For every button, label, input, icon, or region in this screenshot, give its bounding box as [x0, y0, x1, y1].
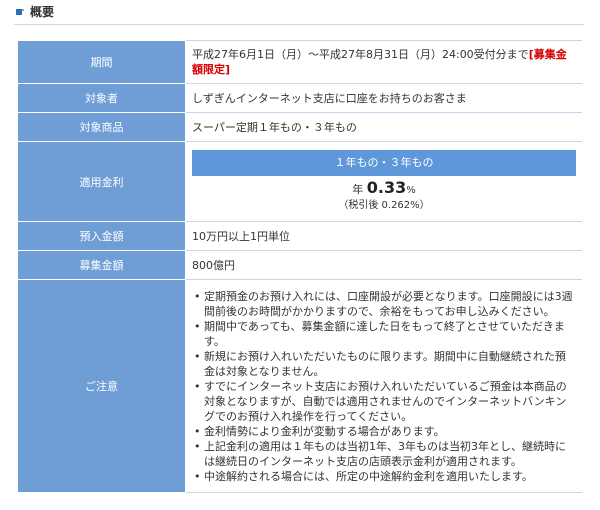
list-item: 期間中であっても、募集金額に達した日をもって終了とさせていただきます。	[192, 319, 576, 349]
overview-table: 期間 平成27年6月1日（月）～平成27年8月31日（月）24:00受付分まで[…	[18, 40, 582, 493]
value-product: スーパー定期１年もの・３年もの	[185, 112, 582, 142]
row-target: 対象者 しずぎんインターネット支店に口座をお持ちのお客さま	[18, 83, 582, 113]
row-rate: 適用金利 １年もの・３年もの 年 0.33% （税引後 0.262%）	[18, 141, 582, 222]
row-notes: ご注意 定期預金のお預け入れには、口座開設が必要となります。口座開設には3週間前…	[18, 279, 582, 493]
label-target: 対象者	[18, 83, 186, 113]
row-period: 期間 平成27年6月1日（月）～平成27年8月31日（月）24:00受付分まで[…	[18, 40, 582, 84]
list-item: 中途解約される場合には、所定の中途解約金利を適用いたします。	[192, 469, 576, 484]
row-amount: 募集金額 800億円	[18, 250, 582, 280]
label-period: 期間	[18, 40, 186, 84]
value-target: しずぎんインターネット支店に口座をお持ちのお客さま	[185, 83, 582, 113]
list-item: 上記金利の適用は１年ものは当初1年、3年ものは当初3年とし、継続時には継続日のイ…	[192, 439, 576, 469]
label-amount: 募集金額	[18, 250, 186, 280]
row-deposit: 預入金額 10万円以上1円単位	[18, 221, 582, 251]
period-text: 平成27年6月1日（月）～平成27年8月31日（月）24:00受付分まで	[192, 48, 529, 61]
rate-line: 年 0.33%	[192, 180, 576, 198]
rate-header: １年もの・３年もの	[192, 150, 576, 176]
section-header: 概要	[14, 4, 584, 25]
list-item: 新規にお預け入れいただいたものに限ります。期間中に自動継続された預金は対象となり…	[192, 349, 576, 379]
value-period: 平成27年6月1日（月）～平成27年8月31日（月）24:00受付分まで[募集金…	[185, 40, 582, 84]
rate-unit: %	[406, 185, 416, 196]
list-item: 定期預金のお預け入れには、口座開設が必要となります。口座開設には3週間前後のお時…	[192, 289, 576, 319]
rate-value: 0.33	[366, 178, 407, 197]
value-amount: 800億円	[185, 250, 582, 280]
rate-prefix: 年	[352, 183, 364, 196]
label-product: 対象商品	[18, 112, 186, 142]
bullet-icon	[16, 9, 24, 15]
notes-list: 定期預金のお預け入れには、口座開設が必要となります。口座開設には3週間前後のお時…	[192, 289, 576, 484]
section-title: 概要	[30, 5, 55, 19]
rate-body: 年 0.33% （税引後 0.262%）	[192, 176, 576, 213]
value-notes: 定期預金のお預け入れには、口座開設が必要となります。口座開設には3週間前後のお時…	[185, 279, 582, 493]
label-rate: 適用金利	[18, 141, 186, 222]
rate-box: １年もの・３年もの 年 0.33% （税引後 0.262%）	[192, 150, 576, 213]
value-rate: １年もの・３年もの 年 0.33% （税引後 0.262%）	[185, 141, 582, 222]
rate-after-tax: （税引後 0.262%）	[338, 200, 430, 211]
value-deposit: 10万円以上1円単位	[185, 221, 582, 251]
label-notes: ご注意	[18, 279, 186, 493]
list-item: 金利情勢により金利が変動する場合があります。	[192, 424, 576, 439]
row-product: 対象商品 スーパー定期１年もの・３年もの	[18, 112, 582, 142]
list-item: すでにインターネット支店にお預け入れいただいているご預金は本商品の対象となります…	[192, 379, 576, 424]
label-deposit: 預入金額	[18, 221, 186, 251]
